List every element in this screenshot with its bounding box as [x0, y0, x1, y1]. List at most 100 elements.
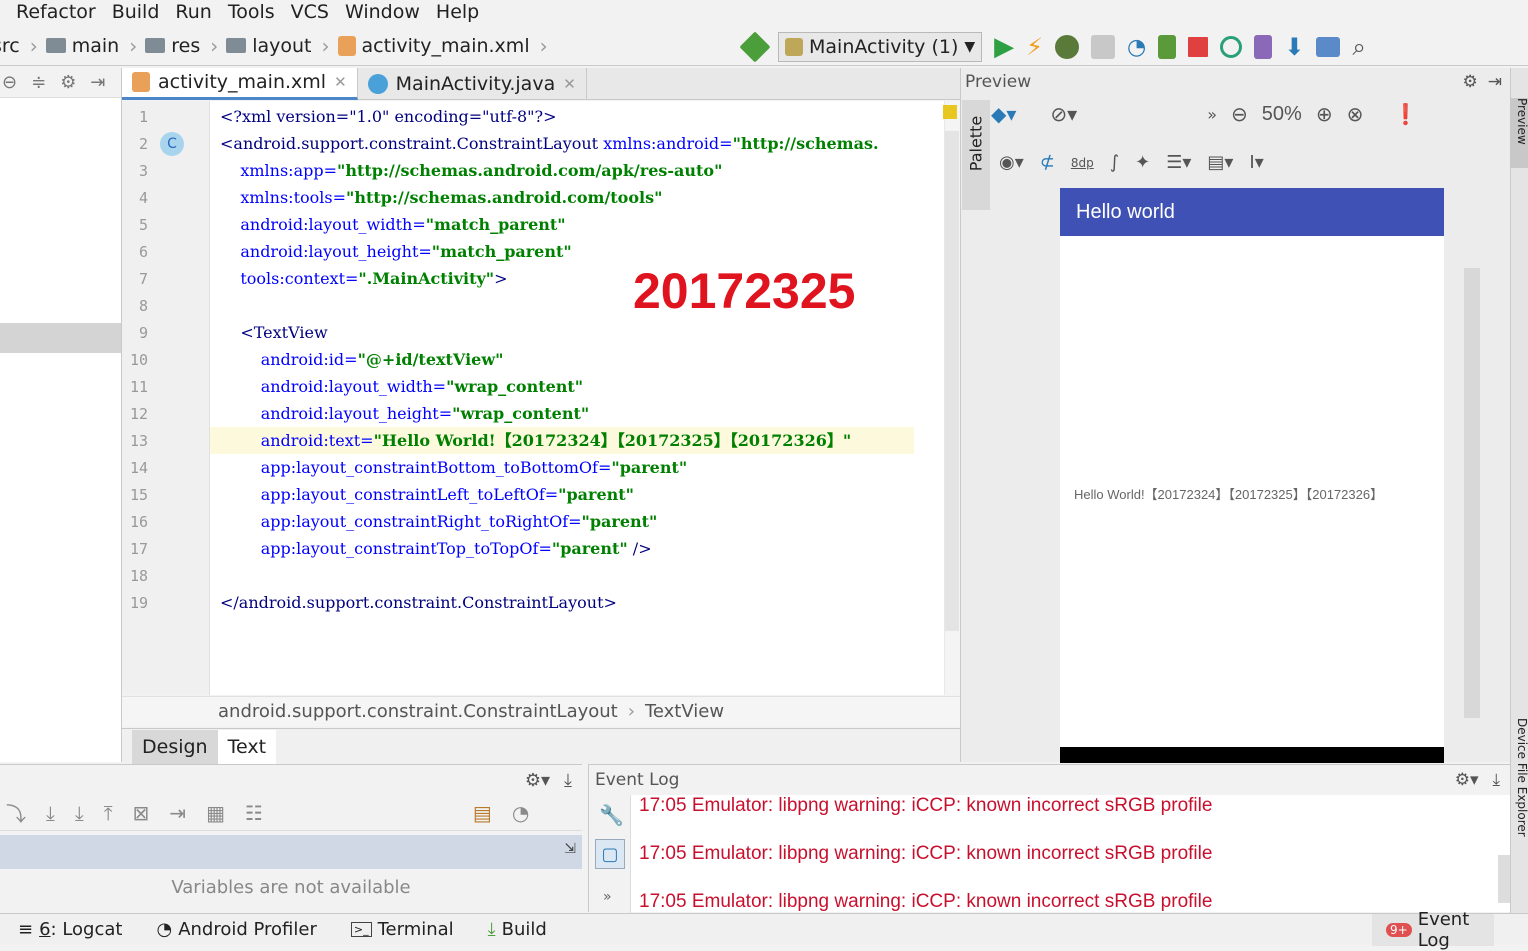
breadcrumb-src[interactable]: src: [0, 35, 20, 57]
code-line[interactable]: xmlns:tools="http://schemas.android.com/…: [220, 184, 662, 211]
collapse-icon[interactable]: ⊖: [2, 72, 17, 93]
hide-icon[interactable]: ⤓: [564, 770, 572, 791]
selected-tree-item[interactable]: [0, 323, 121, 353]
menu-run[interactable]: Run: [175, 1, 211, 23]
gear-icon[interactable]: ⚙: [60, 72, 76, 93]
run-icon[interactable]: ▶: [994, 32, 1014, 62]
zoom-fit-icon[interactable]: ⊗: [1347, 102, 1364, 126]
align-icon[interactable]: ▤▾: [1207, 152, 1233, 173]
meter-icon[interactable]: ◔: [512, 801, 529, 825]
apply-changes-icon[interactable]: ⚡: [1026, 33, 1043, 61]
code-line[interactable]: android:layout_width="wrap_content": [220, 373, 583, 400]
code-line[interactable]: </android.support.constraint.ConstraintL…: [220, 589, 617, 616]
tab-text[interactable]: Text: [217, 729, 277, 764]
menu-vcs[interactable]: VCS: [291, 1, 329, 23]
step-over-icon[interactable]: ⤵: [6, 798, 26, 827]
run-config-select[interactable]: MainActivity (1) ▼: [778, 32, 983, 62]
settings-debug-icon[interactable]: ▤: [473, 801, 492, 825]
build-button[interactable]: ⤓ Build: [488, 919, 547, 940]
hide-icon[interactable]: ⤓: [1492, 770, 1500, 790]
tab-device-file-explorer[interactable]: Device File Explorer: [1511, 718, 1528, 837]
hide-icon[interactable]: ⇥: [90, 72, 105, 93]
code-line[interactable]: xmlns:app="http://schemas.android.com/ap…: [220, 157, 722, 184]
code-line[interactable]: android:text="Hello World!【20172324】【201…: [210, 427, 914, 454]
sync-icon[interactable]: [1220, 36, 1243, 58]
gear-icon[interactable]: ⚙: [1463, 72, 1478, 92]
menu-tools[interactable]: Tools: [228, 1, 275, 23]
tab-preview-side[interactable]: Preview: [1511, 98, 1528, 168]
autoconnect-icon[interactable]: ⊄: [1040, 152, 1055, 173]
code-line[interactable]: <?xml version="1.0" encoding="utf-8"?>: [220, 103, 557, 130]
drop-frame-icon[interactable]: ⊠: [133, 801, 150, 825]
project-structure-icon[interactable]: [1316, 37, 1341, 57]
warning-marker-icon[interactable]: [943, 105, 957, 119]
restore-icon[interactable]: ⇲: [564, 841, 576, 857]
eye-icon[interactable]: ◉▾: [999, 152, 1024, 173]
code-line[interactable]: android:layout_width="match_parent": [220, 211, 565, 238]
code-line[interactable]: app:layout_constraintTop_toTopOf="parent…: [220, 535, 652, 562]
code-line[interactable]: app:layout_constraintRight_toRightOf="pa…: [220, 508, 658, 535]
code-line[interactable]: android:layout_height="wrap_content": [220, 400, 590, 427]
preview-textview[interactable]: Hello World!【20172324】【20172325】【2017232…: [1074, 484, 1383, 503]
warning-icon[interactable]: ❗: [1393, 102, 1418, 126]
code-line[interactable]: <android.support.constraint.ConstraintLa…: [220, 130, 879, 157]
speed-icon[interactable]: ◔: [1127, 35, 1146, 60]
more-icon[interactable]: »: [603, 889, 612, 905]
event-log-button[interactable]: 9+ Event Log: [1372, 909, 1494, 951]
expand-icon[interactable]: ≑: [31, 72, 46, 93]
scrollbar-thumb[interactable]: [945, 131, 959, 631]
avd-manager-icon[interactable]: [1254, 35, 1273, 59]
infer-constraints-icon[interactable]: ✦: [1135, 152, 1150, 173]
palette-tab[interactable]: Palette: [962, 100, 990, 210]
crumb-constraint-layout[interactable]: android.support.constraint.ConstraintLay…: [218, 701, 618, 722]
evaluate-icon[interactable]: ▦: [206, 801, 225, 825]
gear-icon[interactable]: ⚙▾: [1455, 770, 1479, 790]
editor-scrollbar[interactable]: [943, 101, 960, 695]
hide-icon[interactable]: ⇥: [1488, 72, 1502, 92]
menu-refactor[interactable]: Refactor: [16, 1, 96, 23]
zoom-in-icon[interactable]: ⊕: [1316, 102, 1333, 126]
class-marker-icon[interactable]: C: [160, 132, 184, 156]
code-line[interactable]: app:layout_constraintLeft_toLeftOf="pare…: [220, 481, 634, 508]
step-out-icon[interactable]: ⤒: [104, 801, 113, 825]
tab-activity-main-xml[interactable]: activity_main.xml ✕: [122, 67, 358, 100]
tab-main-activity-java[interactable]: MainActivity.java ✕: [358, 67, 587, 100]
force-step-into-icon[interactable]: ⤓: [75, 801, 84, 825]
breadcrumb-res[interactable]: res: [145, 35, 200, 57]
code-editor[interactable]: <?xml version="1.0" encoding="utf-8"?> <a…: [210, 101, 944, 695]
menu-window[interactable]: Window: [345, 1, 420, 23]
code-line[interactable]: app:layout_constraintBottom_toBottomOf="…: [220, 454, 688, 481]
sdk-manager-icon[interactable]: ⬇: [1284, 33, 1304, 61]
breadcrumb-layout[interactable]: layout: [226, 35, 312, 57]
orientation-icon[interactable]: ⊘▾: [1050, 102, 1077, 126]
debug-icon[interactable]: [1055, 35, 1080, 59]
terminal-button[interactable]: >_ Terminal: [350, 919, 454, 940]
code-line[interactable]: tools:context=".MainActivity">: [220, 265, 507, 292]
close-icon[interactable]: ✕: [563, 75, 576, 93]
log-scrollbar[interactable]: [1498, 855, 1510, 903]
chat-icon[interactable]: ▢: [595, 839, 625, 869]
crumb-textview[interactable]: TextView: [645, 701, 724, 722]
trace-icon[interactable]: ☷: [245, 801, 263, 825]
more-icon[interactable]: »: [1207, 105, 1217, 124]
profile-icon[interactable]: [1091, 35, 1116, 59]
clear-constraints-icon[interactable]: ∫: [1110, 152, 1119, 173]
preview-scrollbar[interactable]: [1464, 268, 1480, 718]
profiler-button[interactable]: ◔ Android Profiler: [156, 919, 316, 940]
search-icon[interactable]: ⌕: [1352, 33, 1365, 61]
run-to-cursor-icon[interactable]: ⇥: [169, 801, 186, 825]
close-icon[interactable]: ✕: [334, 73, 347, 91]
breadcrumb-file[interactable]: activity_main.xml: [337, 35, 530, 57]
tab-design[interactable]: Design: [132, 729, 218, 764]
zoom-out-icon[interactable]: ⊖: [1231, 102, 1248, 126]
gear-icon[interactable]: ⚙▾: [525, 770, 550, 791]
code-line[interactable]: android:layout_height="match_parent": [220, 238, 571, 265]
default-margin[interactable]: 8dp: [1071, 156, 1094, 170]
layers-icon[interactable]: ◆▾: [991, 102, 1016, 126]
guidelines-icon[interactable]: ☰▾: [1166, 152, 1191, 173]
breadcrumb-main[interactable]: main: [45, 35, 119, 57]
code-line[interactable]: <TextView: [220, 319, 327, 346]
step-into-icon[interactable]: ⤓: [46, 801, 55, 825]
make-project-icon[interactable]: [739, 31, 771, 63]
wrench-icon[interactable]: 🔧: [599, 803, 624, 827]
